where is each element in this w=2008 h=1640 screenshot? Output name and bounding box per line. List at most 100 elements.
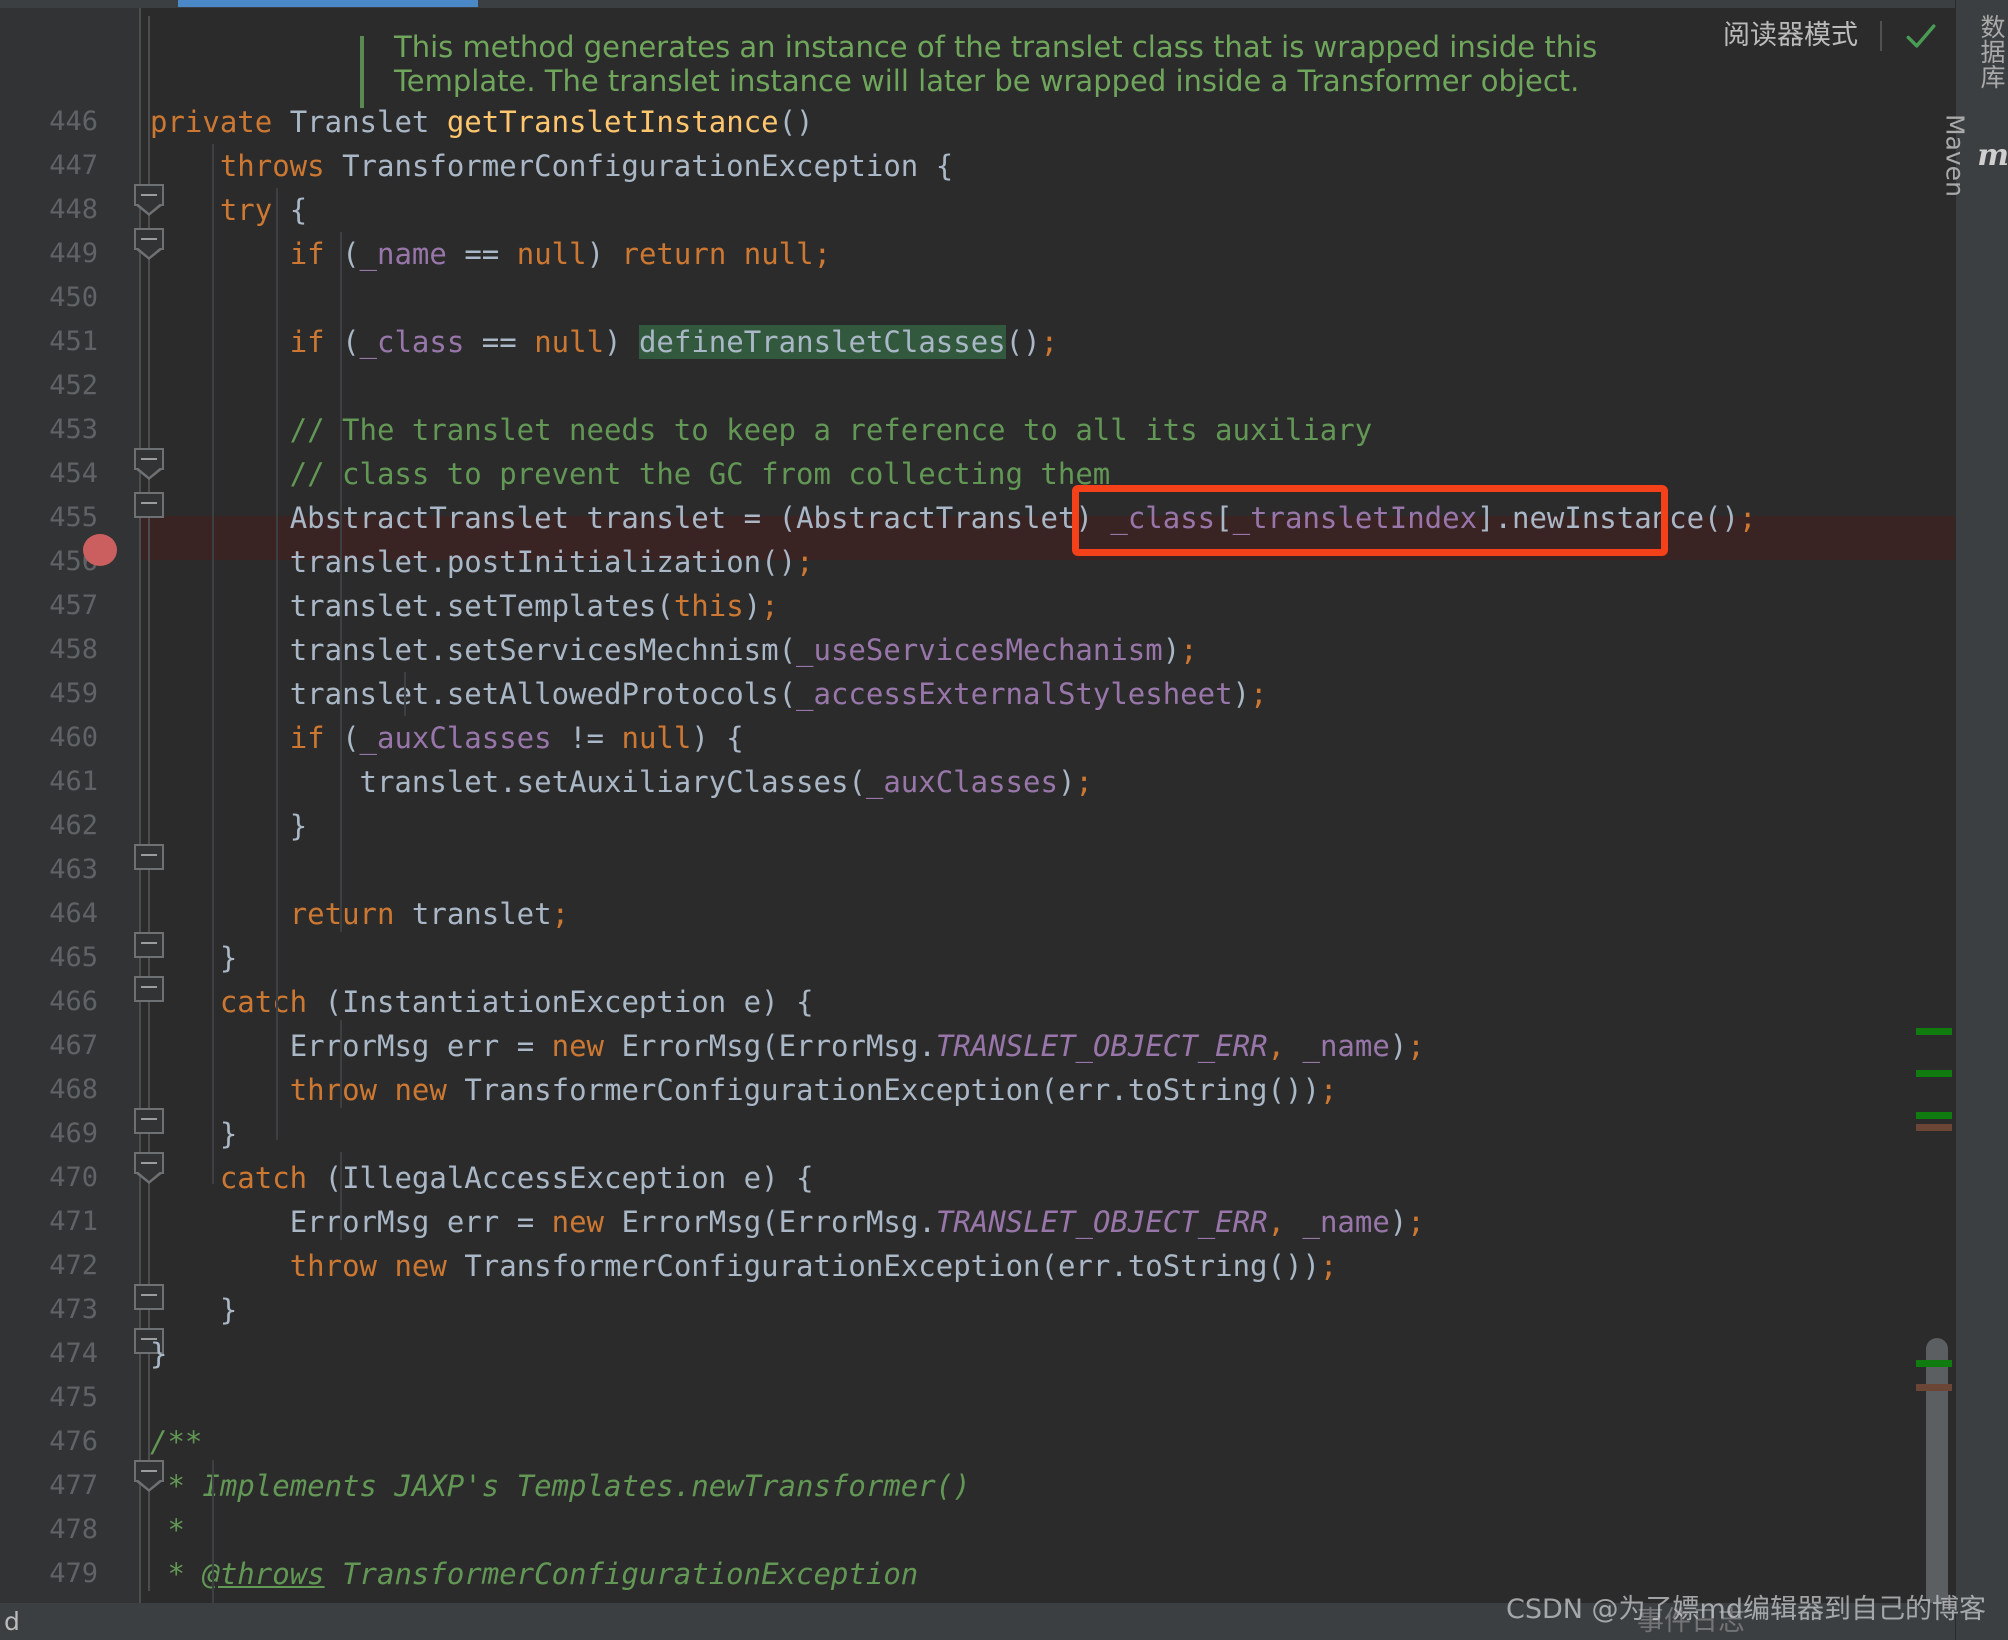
right-tool-window-strip[interactable]: 数据库 m Maven: [1940, 0, 2008, 1640]
editor-tab-strip: [0, 0, 2008, 8]
code-line[interactable]: [150, 276, 1955, 320]
line-number: 474: [49, 1338, 98, 1369]
line-number: 446: [49, 106, 98, 137]
maven-icon: m: [1977, 137, 2008, 173]
code-line[interactable]: [150, 848, 1955, 892]
code-text-area[interactable]: This method generates an instance of the…: [150, 8, 1955, 1603]
reader-mode-control[interactable]: 阅读器模式: [1723, 16, 1938, 56]
line-number: 450: [49, 282, 98, 313]
tool-window-button-database[interactable]: 数据库: [1956, 0, 2008, 89]
indent-guide: [340, 1020, 342, 1108]
line-number: 453: [49, 414, 98, 445]
indent-guide: [212, 144, 214, 1184]
line-number: 454: [49, 458, 98, 489]
ide-window: 446 447 448 449 450 451 452 453 454 455 456 457 458 4…: [0, 0, 2008, 1640]
line-number: 469: [49, 1118, 98, 1149]
code-line[interactable]: throws TransformerConfigurationException…: [150, 144, 1955, 188]
active-tab-underline[interactable]: [178, 0, 478, 7]
indent-guide: [276, 188, 278, 1140]
reader-mode-label: 阅读器模式: [1723, 20, 1858, 51]
indent-guide: [212, 1460, 214, 1603]
toolbar-separator: [1880, 21, 1882, 51]
code-line[interactable]: ErrorMsg err = new ErrorMsg(ErrorMsg.TRA…: [150, 1024, 1955, 1068]
scrollbar-marker[interactable]: [1916, 1124, 1952, 1131]
line-number: 459: [49, 678, 98, 709]
line-number: 479: [49, 1558, 98, 1589]
code-line[interactable]: if (_auxClasses != null) {: [150, 716, 1955, 760]
line-number: 471: [49, 1206, 98, 1237]
line-number: 473: [49, 1294, 98, 1325]
line-number: 461: [49, 766, 98, 797]
code-line[interactable]: translet.setTemplates(this);: [150, 584, 1955, 628]
line-number: 452: [49, 370, 98, 401]
code-line[interactable]: throw new TransformerConfigurationExcept…: [150, 1244, 1955, 1288]
code-line[interactable]: }: [150, 804, 1955, 848]
code-line[interactable]: translet.setServicesMechnism(_useService…: [150, 628, 1955, 672]
line-number: 465: [49, 942, 98, 973]
code-line[interactable]: }: [150, 1288, 1955, 1332]
code-line[interactable]: try {: [150, 188, 1955, 232]
code-line[interactable]: [150, 364, 1955, 408]
line-number: 475: [49, 1382, 98, 1413]
line-number: 466: [49, 986, 98, 1017]
doc-comment-text: This method generates an instance of the…: [394, 30, 1598, 98]
code-line[interactable]: // The translet needs to keep a referenc…: [150, 408, 1955, 452]
code-line[interactable]: catch (InstantiationException e) {: [150, 980, 1955, 1024]
tool-window-label-maven: Maven: [1940, 114, 1970, 197]
line-number: 458: [49, 634, 98, 665]
code-line[interactable]: }: [150, 1332, 1955, 1376]
breakpoint-marker[interactable]: [83, 534, 117, 566]
scrollbar-marker[interactable]: [1916, 1028, 1952, 1035]
csdn-watermark: CSDN @为了嫖md编辑器到自己的博客: [1505, 1594, 1986, 1625]
line-number: 448: [49, 194, 98, 225]
tool-window-button-maven[interactable]: m Maven: [1940, 100, 2008, 197]
code-line[interactable]: translet.setAuxiliaryClasses(_auxClasses…: [150, 760, 1955, 804]
scrollbar-marker[interactable]: [1916, 1360, 1952, 1367]
code-line[interactable]: translet.postInitialization();: [150, 540, 1955, 584]
code-line[interactable]: throw new TransformerConfigurationExcept…: [150, 1068, 1955, 1112]
line-number: 460: [49, 722, 98, 753]
code-line[interactable]: private Translet getTransletInstance(): [150, 100, 1955, 144]
scrollbar-marker[interactable]: [1916, 1070, 1952, 1077]
code-line[interactable]: if (_name == null) return null;: [150, 232, 1955, 276]
line-number: 470: [49, 1162, 98, 1193]
code-editor[interactable]: 446 447 448 449 450 451 452 453 454 455 456 457 458 4…: [0, 8, 1955, 1603]
checkmark-icon[interactable]: [1904, 19, 1938, 53]
code-line[interactable]: }: [150, 936, 1955, 980]
code-line[interactable]: * Implements JAXP's Templates.newTransfo…: [150, 1464, 1955, 1508]
code-line[interactable]: // class to prevent the GC from collecti…: [150, 452, 1955, 496]
line-number: 467: [49, 1030, 98, 1061]
line-number: 477: [49, 1470, 98, 1501]
code-line[interactable]: catch (IllegalAccessException e) {: [150, 1156, 1955, 1200]
line-number: 464: [49, 898, 98, 929]
code-line[interactable]: AbstractTranslet translet = (AbstractTra…: [150, 496, 1955, 540]
code-line[interactable]: return translet;: [150, 892, 1955, 936]
scrollbar-marker-track[interactable]: [1900, 16, 1955, 1603]
line-number: 455: [49, 502, 98, 533]
indent-guide: [340, 232, 342, 932]
code-line[interactable]: *: [150, 1508, 1955, 1552]
code-line[interactable]: translet.setAllowedProtocols(_accessExte…: [150, 672, 1955, 716]
line-number: 447: [49, 150, 98, 181]
line-number: 478: [49, 1514, 98, 1545]
vertical-scrollbar-thumb[interactable]: [1926, 1338, 1948, 1603]
line-number: 457: [49, 590, 98, 621]
code-line[interactable]: [150, 1376, 1955, 1420]
code-line[interactable]: }: [150, 1112, 1955, 1156]
scrollbar-marker[interactable]: [1916, 1384, 1952, 1391]
line-number: 472: [49, 1250, 98, 1281]
doc-comment-bar: [360, 36, 364, 108]
code-line[interactable]: /**: [150, 1420, 1955, 1464]
code-line[interactable]: if (_class == null) defineTransletClasse…: [150, 320, 1955, 364]
line-number: 476: [49, 1426, 98, 1457]
indent-guide: [340, 1152, 342, 1240]
line-number: 451: [49, 326, 98, 357]
indent-guide: [404, 672, 406, 716]
line-number: 449: [49, 238, 98, 269]
line-number: 468: [49, 1074, 98, 1105]
line-number: 463: [49, 854, 98, 885]
line-number: 462: [49, 810, 98, 841]
scrollbar-marker[interactable]: [1916, 1112, 1952, 1119]
status-bar-text: d: [4, 1607, 20, 1636]
code-line[interactable]: ErrorMsg err = new ErrorMsg(ErrorMsg.TRA…: [150, 1200, 1955, 1244]
